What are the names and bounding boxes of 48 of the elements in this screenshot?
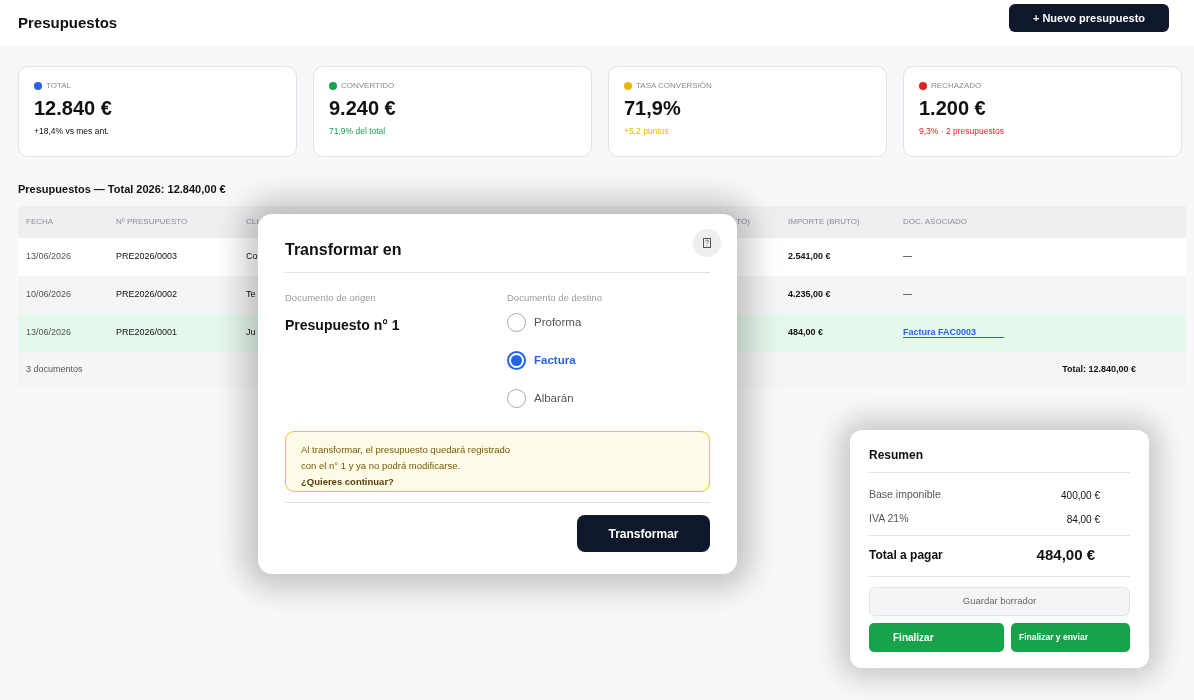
section-title: Presupuestos — Total 2026: 12.840,00 € — [18, 182, 227, 197]
table-cell: — — [903, 250, 912, 261]
stat-label: TOTAL — [46, 80, 72, 92]
summary-title: Resumen — [869, 447, 925, 464]
table-cell-text: Ju — [246, 325, 256, 339]
table-cell-text: PRE2026/0003 — [116, 249, 178, 263]
table-cell: — — [903, 288, 912, 299]
table-cell-text: 484,00 € — [788, 325, 824, 339]
stat-value: 9.240 € — [329, 96, 397, 120]
table-cell-text: 2.541,00 € — [788, 249, 831, 263]
stat-label: CONVERTIDO — [341, 80, 395, 92]
stat-label: TASA CONVERSIÓN — [636, 80, 712, 92]
column-header: IMPORTE (BRUTO) — [788, 215, 860, 228]
summary-label: IVA 21% — [869, 511, 909, 527]
field-label: Documento de origen — [285, 291, 377, 305]
stat-label: RECHAZADO — [931, 80, 982, 92]
stat-trend: 9,3% · 2 presupuestos — [919, 125, 1006, 138]
stat-trend: +5,2 puntos — [624, 125, 670, 138]
table-total: Total: 12.840,00 € — [1062, 362, 1136, 376]
page-title: Presupuestos — [18, 12, 118, 33]
table-cell-text: 4.235,00 € — [788, 287, 831, 301]
document-count: 3 documentos — [26, 362, 83, 376]
table-cell-text: PRE2026/0001 — [116, 325, 178, 339]
table-cell-text: PRE2026/0002 — [116, 287, 178, 301]
warning-message: Al transformar, el presupuesto quedará registrado con el n° 1 y ya no podrá modificarse. ¿Quieres continuar? — [285, 431, 710, 493]
stat-trend: 71,9% del total — [329, 125, 387, 138]
stat-trend: +18,4% vs mes ant. — [34, 125, 110, 138]
column-header: TO) — [736, 215, 751, 228]
stat-value: 12.840 € — [34, 96, 113, 120]
table-cell-text: 13/06/2026 — [26, 325, 72, 339]
column-header: DOC. ASOCIADO — [903, 215, 967, 228]
origin-document: Presupuesto n° 1 — [285, 316, 401, 336]
table-cell-text: Co — [246, 249, 258, 263]
column-header: Nº PRESUPUESTO — [116, 215, 188, 228]
table-cell-text: 13/06/2026 — [26, 249, 72, 263]
stat-value: 1.200 € — [919, 96, 987, 120]
dialog-title: Transformar en — [285, 240, 402, 260]
summary-value: 84,00 € — [1066, 512, 1100, 527]
column-header: FECHA — [26, 215, 54, 228]
total-label: Total a pagar — [869, 547, 943, 564]
summary-label: Base imponible — [869, 487, 941, 503]
total-value: 484,00 € — [1036, 544, 1095, 565]
table-cell-text: Te — [246, 287, 256, 301]
table-cell-text: 10/06/2026 — [26, 287, 72, 301]
summary-value: 400,00 € — [1061, 488, 1100, 503]
column-header: CLI — [246, 215, 259, 228]
stat-value: 71,9% — [624, 96, 682, 120]
field-label: Documento de destino — [507, 291, 603, 305]
